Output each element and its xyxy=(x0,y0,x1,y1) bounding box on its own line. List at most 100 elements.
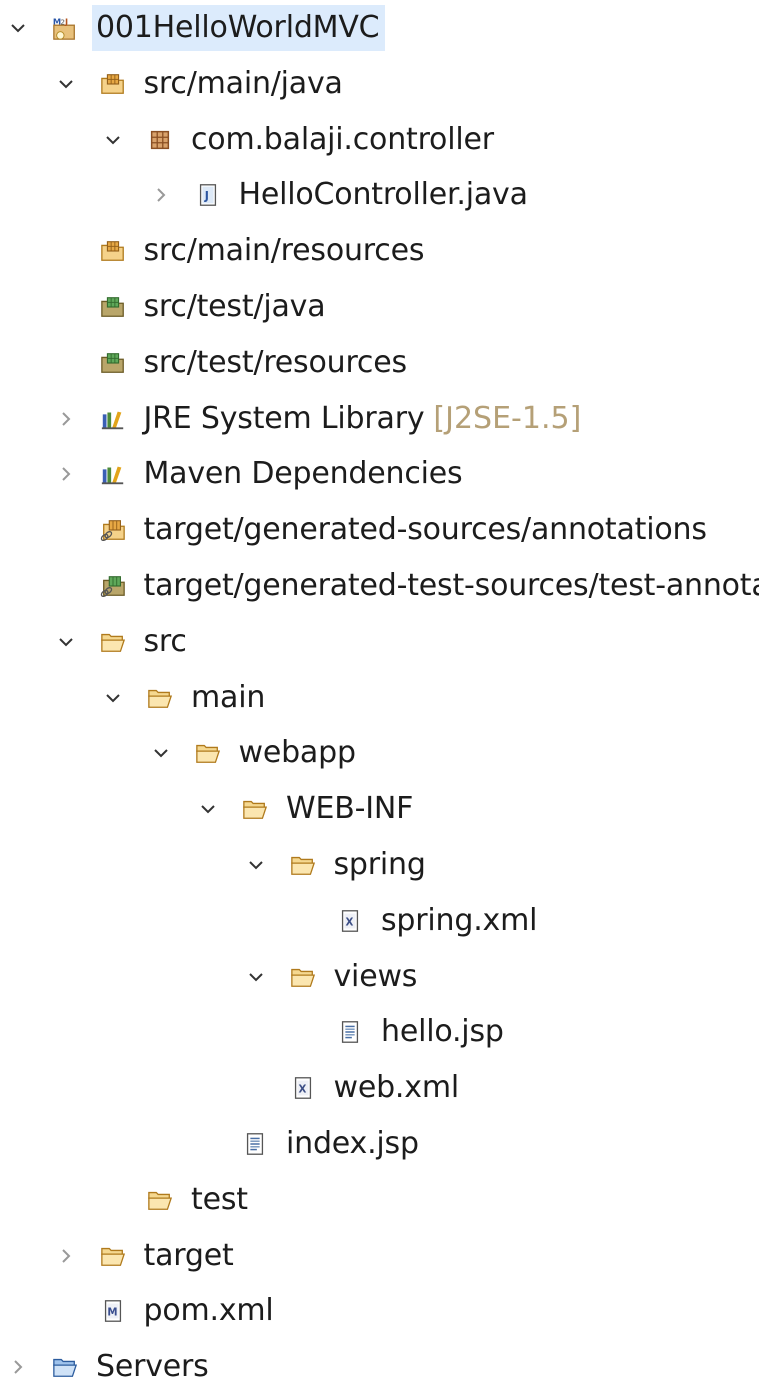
tree-node-target-generated-sources-annotations[interactable]: target/generated-sources/annotations xyxy=(0,502,759,558)
tree-node-label: HelloController.java xyxy=(238,177,528,213)
maven-pom-icon: M xyxy=(100,1298,126,1324)
tree-node-label: src/test/java xyxy=(143,289,326,324)
tree-node-src-test-java[interactable]: src/test/java xyxy=(0,279,759,335)
tree-node-label: target xyxy=(143,1237,234,1273)
library-icon xyxy=(100,461,126,487)
tree-node-label-wrap: src/main/java xyxy=(140,61,349,107)
source-folder-icon xyxy=(100,71,126,97)
tree-node-label: WEB-INF xyxy=(286,791,414,827)
tree-node-target-generated-test-sources-test-annotations[interactable]: target/generated-test-sources/test-annot… xyxy=(0,558,759,614)
tree-node-jre-system-library[interactable]: JRE System Library [J2SE-1.5] xyxy=(0,391,759,447)
xml-file-icon: X xyxy=(337,908,363,934)
tree-node-label: com.balaji.controller xyxy=(191,121,494,157)
tree-node-label: webapp xyxy=(238,735,357,771)
chevron-right-icon[interactable] xyxy=(56,1246,76,1266)
tree-node-web-inf[interactable]: WEB-INF xyxy=(0,781,759,837)
tree-node-label: src xyxy=(143,623,187,659)
tree-node-hello-jsp[interactable]: hello.jsp xyxy=(0,1004,759,1060)
tree-node-label-wrap: Maven Dependencies xyxy=(140,451,469,497)
tree-node-label-wrap: 001HelloWorldMVC xyxy=(92,5,386,51)
tree-node-com-balaji-controller[interactable]: com.balaji.controller xyxy=(0,112,759,168)
svg-text:J: J xyxy=(203,190,208,203)
linked-test-source-folder-icon xyxy=(100,573,126,599)
tree-node-src-test-resources[interactable]: src/test/resources xyxy=(0,335,759,391)
tree-node-label-wrap: target/generated-test-sources/test-annot… xyxy=(140,563,759,609)
linked-source-folder-icon xyxy=(100,517,126,543)
jsp-file-icon xyxy=(242,1131,268,1157)
tree-node-label-wrap: WEB-INF xyxy=(282,786,419,832)
test-source-folder-icon xyxy=(100,294,126,320)
tree-node-label: target/generated-test-sources/test-annot… xyxy=(143,568,759,603)
tree-node-main[interactable]: main xyxy=(0,670,759,726)
svg-text:2: 2 xyxy=(60,17,65,26)
chevron-right-icon[interactable] xyxy=(56,409,76,429)
tree-node-label-wrap: webapp xyxy=(235,730,362,776)
chevron-down-icon[interactable] xyxy=(246,967,266,987)
folder-icon xyxy=(147,1187,173,1213)
tree-node-label: Maven Dependencies xyxy=(143,456,463,492)
tree-node-label-wrap: pom.xml xyxy=(140,1288,280,1334)
folder-icon xyxy=(100,1243,126,1269)
tree-node-label: spring.xml xyxy=(381,902,538,938)
tree-node-webapp[interactable]: webapp xyxy=(0,725,759,781)
chevron-down-icon[interactable] xyxy=(151,743,171,763)
tree-node-label: src/main/java xyxy=(143,65,343,101)
tree-node-label: src/main/resources xyxy=(143,233,425,269)
chevron-right-icon[interactable] xyxy=(8,1357,28,1377)
tree-node-label: views xyxy=(333,958,418,994)
tree-node-pom-xml[interactable]: Mpom.xml xyxy=(0,1283,759,1339)
tree-node-label-wrap: src/test/java xyxy=(140,284,332,330)
tree-node-label-wrap: web.xml xyxy=(330,1065,466,1111)
tree-node-spring-xml[interactable]: Xspring.xml xyxy=(0,893,759,949)
chevron-down-icon[interactable] xyxy=(8,18,28,38)
tree-node-label: target/generated-sources/annotations xyxy=(143,512,707,548)
tree-node-label-wrap: JRE System Library [J2SE-1.5] xyxy=(140,396,588,442)
tree-node-label: spring xyxy=(333,847,426,882)
tree-node-label-wrap: spring.xml xyxy=(377,898,543,944)
library-icon xyxy=(100,406,126,432)
server-folder-icon xyxy=(52,1354,78,1380)
chevron-down-icon[interactable] xyxy=(56,74,76,94)
tree-node-maven-dependencies[interactable]: Maven Dependencies xyxy=(0,446,759,502)
tree-node-src-main-java[interactable]: src/main/java xyxy=(0,56,759,112)
chevron-down-icon[interactable] xyxy=(246,855,266,875)
chevron-right-icon[interactable] xyxy=(56,464,76,484)
tree-node-label: test xyxy=(191,1181,248,1217)
xml-file-icon: X xyxy=(290,1075,316,1101)
tree-node-label-wrap: HelloController.java xyxy=(235,172,534,218)
tree-node-label-wrap: com.balaji.controller xyxy=(187,117,500,163)
tree-node-spring[interactable]: spring xyxy=(0,837,759,893)
chevron-right-icon[interactable] xyxy=(151,185,171,205)
java-file-icon: J xyxy=(195,182,221,208)
chevron-down-icon[interactable] xyxy=(56,632,76,652)
tree-node-label: src/test/resources xyxy=(143,344,408,380)
tree-node-001helloworldmvc[interactable]: M J 2 001HelloWorldMVC xyxy=(0,0,759,56)
tree-node-label: index.jsp xyxy=(286,1126,419,1161)
tree-node-label-wrap: test xyxy=(187,1177,254,1223)
project-explorer-tree: M J 2 001HelloWorldMVC src/main/java com.bala… xyxy=(0,0,759,1389)
tree-node-label-wrap: hello.jsp xyxy=(377,1009,510,1055)
chevron-down-icon[interactable] xyxy=(103,688,123,708)
tree-node-label: Servers xyxy=(96,1349,209,1385)
tree-node-web-xml[interactable]: Xweb.xml xyxy=(0,1060,759,1116)
tree-node-target[interactable]: target xyxy=(0,1228,759,1284)
tree-node-label-wrap: views xyxy=(330,954,424,1000)
tree-node-label-wrap: src/test/resources xyxy=(140,340,413,386)
package-icon xyxy=(147,127,173,153)
tree-node-label: hello.jsp xyxy=(381,1014,504,1050)
tree-node-views[interactable]: views xyxy=(0,949,759,1005)
chevron-down-icon[interactable] xyxy=(103,130,123,150)
tree-node-label-wrap: target/generated-sources/annotations xyxy=(140,507,713,553)
folder-icon xyxy=(195,740,221,766)
jsp-file-icon xyxy=(337,1019,363,1045)
tree-node-servers[interactable]: Servers xyxy=(0,1339,759,1389)
svg-text:M: M xyxy=(107,1308,117,1319)
tree-node-hellocontroller-java[interactable]: J HelloController.java xyxy=(0,167,759,223)
folder-icon xyxy=(100,629,126,655)
tree-node-index-jsp[interactable]: index.jsp xyxy=(0,1116,759,1172)
tree-node-test[interactable]: test xyxy=(0,1172,759,1228)
chevron-down-icon[interactable] xyxy=(198,799,218,819)
tree-node-src-main-resources[interactable]: src/main/resources xyxy=(0,223,759,279)
folder-icon xyxy=(290,964,316,990)
tree-node-src[interactable]: src xyxy=(0,614,759,670)
